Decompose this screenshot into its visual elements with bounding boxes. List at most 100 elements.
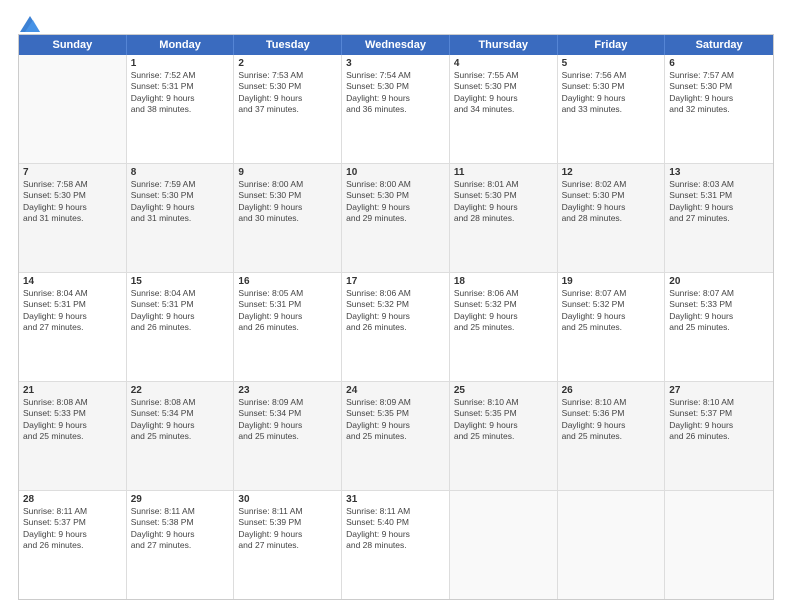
cell-line: Sunrise: 8:01 AM [454,179,553,190]
cell-line: Daylight: 9 hours [669,420,769,431]
cell-line: Sunrise: 8:11 AM [346,506,445,517]
cell-line: Daylight: 9 hours [454,93,553,104]
cell-line: and 25 minutes. [346,431,445,442]
day-number: 15 [131,276,230,287]
calendar-row: 1Sunrise: 7:52 AMSunset: 5:31 PMDaylight… [19,55,773,164]
cell-line: Sunrise: 7:59 AM [131,179,230,190]
cell-line: Sunrise: 8:10 AM [669,397,769,408]
cell-line: Sunset: 5:31 PM [23,299,122,310]
cell-line: and 26 minutes. [238,322,337,333]
cell-line: Daylight: 9 hours [346,311,445,322]
cell-line: Sunset: 5:31 PM [238,299,337,310]
cell-line: Daylight: 9 hours [454,311,553,322]
calendar-cell: 31Sunrise: 8:11 AMSunset: 5:40 PMDayligh… [342,491,450,599]
calendar-row: 28Sunrise: 8:11 AMSunset: 5:37 PMDayligh… [19,491,773,599]
cell-line: Daylight: 9 hours [669,202,769,213]
cell-line: and 28 minutes. [562,213,661,224]
cell-line: Sunset: 5:30 PM [23,190,122,201]
cell-line: Sunrise: 8:03 AM [669,179,769,190]
cell-line: Sunrise: 8:00 AM [238,179,337,190]
day-number: 23 [238,385,337,396]
calendar-cell: 5Sunrise: 7:56 AMSunset: 5:30 PMDaylight… [558,55,666,163]
calendar-row: 14Sunrise: 8:04 AMSunset: 5:31 PMDayligh… [19,273,773,382]
cell-line: Sunset: 5:37 PM [669,408,769,419]
calendar-cell: 8Sunrise: 7:59 AMSunset: 5:30 PMDaylight… [127,164,235,272]
cell-line: and 27 minutes. [131,540,230,551]
cell-line: Sunrise: 8:07 AM [669,288,769,299]
calendar-cell: 24Sunrise: 8:09 AMSunset: 5:35 PMDayligh… [342,382,450,490]
cell-line: Daylight: 9 hours [562,202,661,213]
calendar-cell: 28Sunrise: 8:11 AMSunset: 5:37 PMDayligh… [19,491,127,599]
cell-line: and 31 minutes. [131,213,230,224]
cell-line: Sunset: 5:32 PM [562,299,661,310]
cell-line: Daylight: 9 hours [238,202,337,213]
cell-line: Sunset: 5:36 PM [562,408,661,419]
cell-line: and 27 minutes. [23,322,122,333]
cell-line: Sunset: 5:31 PM [131,81,230,92]
calendar-row: 7Sunrise: 7:58 AMSunset: 5:30 PMDaylight… [19,164,773,273]
cell-line: Daylight: 9 hours [131,420,230,431]
day-number: 7 [23,167,122,178]
cell-line: and 25 minutes. [23,431,122,442]
cell-line: Daylight: 9 hours [562,93,661,104]
cell-line: Sunrise: 8:08 AM [131,397,230,408]
cell-line: Sunrise: 7:58 AM [23,179,122,190]
cell-line: Sunrise: 8:06 AM [454,288,553,299]
calendar-cell: 19Sunrise: 8:07 AMSunset: 5:32 PMDayligh… [558,273,666,381]
cell-line: and 25 minutes. [131,431,230,442]
day-number: 27 [669,385,769,396]
cell-line: and 30 minutes. [238,213,337,224]
cell-line: Sunrise: 8:04 AM [23,288,122,299]
day-number: 14 [23,276,122,287]
calendar-row: 21Sunrise: 8:08 AMSunset: 5:33 PMDayligh… [19,382,773,491]
cell-line: and 36 minutes. [346,104,445,115]
cell-line: Sunset: 5:30 PM [454,190,553,201]
calendar-header-cell: Saturday [665,35,773,55]
cell-line: Sunset: 5:30 PM [346,81,445,92]
cell-line: Sunset: 5:30 PM [238,190,337,201]
cell-line: and 25 minutes. [454,322,553,333]
cell-line: Daylight: 9 hours [669,93,769,104]
calendar-cell: 16Sunrise: 8:05 AMSunset: 5:31 PMDayligh… [234,273,342,381]
cell-line: and 26 minutes. [23,540,122,551]
cell-line: Daylight: 9 hours [346,202,445,213]
cell-line: Daylight: 9 hours [346,93,445,104]
cell-line: Sunset: 5:32 PM [454,299,553,310]
cell-line: Sunrise: 7:54 AM [346,70,445,81]
cell-line: Daylight: 9 hours [23,202,122,213]
day-number: 31 [346,494,445,505]
cell-line: Daylight: 9 hours [23,420,122,431]
cell-line: and 27 minutes. [238,540,337,551]
cell-line: Daylight: 9 hours [454,202,553,213]
calendar-cell: 6Sunrise: 7:57 AMSunset: 5:30 PMDaylight… [665,55,773,163]
cell-line: Daylight: 9 hours [131,93,230,104]
day-number: 8 [131,167,230,178]
day-number: 4 [454,58,553,69]
calendar-cell: 10Sunrise: 8:00 AMSunset: 5:30 PMDayligh… [342,164,450,272]
calendar-cell: 23Sunrise: 8:09 AMSunset: 5:34 PMDayligh… [234,382,342,490]
cell-line: Sunrise: 7:53 AM [238,70,337,81]
day-number: 5 [562,58,661,69]
day-number: 30 [238,494,337,505]
cell-line: Sunrise: 8:11 AM [131,506,230,517]
cell-line: Daylight: 9 hours [131,202,230,213]
calendar-header-cell: Wednesday [342,35,450,55]
cell-line: Daylight: 9 hours [131,311,230,322]
cell-line: Daylight: 9 hours [346,529,445,540]
day-number: 22 [131,385,230,396]
page: SundayMondayTuesdayWednesdayThursdayFrid… [0,0,792,612]
cell-line: Sunrise: 8:00 AM [346,179,445,190]
cell-line: Daylight: 9 hours [669,311,769,322]
day-number: 25 [454,385,553,396]
calendar-cell: 17Sunrise: 8:06 AMSunset: 5:32 PMDayligh… [342,273,450,381]
cell-line: and 33 minutes. [562,104,661,115]
cell-line: Sunset: 5:38 PM [131,517,230,528]
cell-line: Daylight: 9 hours [562,420,661,431]
cell-line: Sunrise: 8:07 AM [562,288,661,299]
cell-line: Daylight: 9 hours [238,311,337,322]
calendar-cell: 1Sunrise: 7:52 AMSunset: 5:31 PMDaylight… [127,55,235,163]
cell-line: Sunset: 5:35 PM [454,408,553,419]
cell-line: Sunrise: 8:11 AM [23,506,122,517]
cell-line: Sunset: 5:35 PM [346,408,445,419]
calendar-header-cell: Sunday [19,35,127,55]
